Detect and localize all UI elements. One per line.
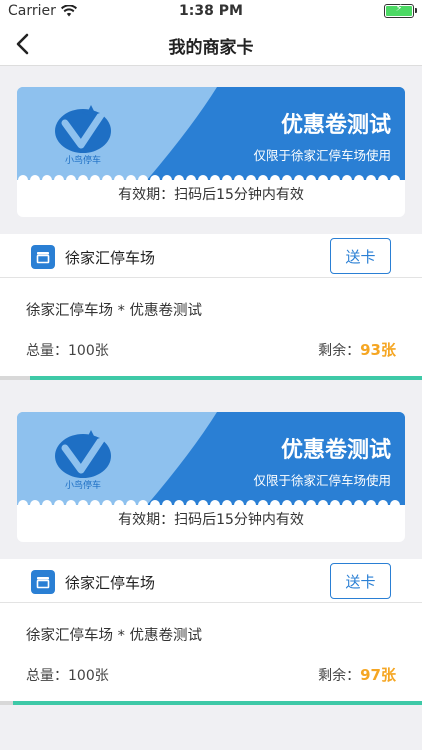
coupon-validity: 有效期：扫码后15分钟内有效 [17, 180, 405, 217]
logo-text: 小鸟停车 [64, 481, 101, 491]
remaining-value: 93张 [360, 341, 396, 359]
remaining-progress-fill [29, 376, 422, 380]
store-name: 徐家汇停车场 [65, 249, 156, 267]
store-name: 徐家汇停车场 [65, 574, 156, 592]
nav-bar: 我的商家卡 [0, 22, 422, 66]
store-icon [31, 245, 55, 269]
merchant-card-2: 小鸟停车 优惠卷测试 仅限于徐家汇停车场使用 有效期：扫码后15分钟内有效 徐家… [0, 391, 422, 705]
coupon-name: 优惠卷测试 [280, 438, 391, 463]
battery-icon: ⚡ [384, 3, 417, 18]
detail-title: 徐家汇停车场 * 优惠卷测试 [26, 303, 202, 319]
card-detail: 徐家汇停车场 * 优惠卷测试 总量：100张 剩余：97张 [0, 603, 422, 701]
coupon-scope: 仅限于徐家汇停车场使用 [253, 473, 391, 488]
status-time: 1:38 PM [179, 3, 243, 19]
coupon[interactable]: 小鸟停车 优惠卷测试 仅限于徐家汇停车场使用 有效期：扫码后15分钟内有效 [17, 87, 405, 217]
total-count: 总量：100张 [26, 343, 109, 359]
detail-title: 徐家汇停车场 * 优惠卷测试 [26, 628, 202, 644]
send-card-button[interactable]: 送卡 [330, 563, 391, 599]
store-row: 徐家汇停车场 送卡 [0, 234, 422, 278]
remaining-progress [0, 701, 422, 705]
coupon-scope: 仅限于徐家汇停车场使用 [253, 148, 391, 163]
card-detail: 徐家汇停车场 * 优惠卷测试 总量：100张 剩余：93张 [0, 278, 422, 376]
remaining-value: 97张 [360, 666, 396, 684]
store-row: 徐家汇停车场 送卡 [0, 559, 422, 603]
merchant-card-1: 小鸟停车 优惠卷测试 仅限于徐家汇停车场使用 有效期：扫码后15分钟内有效 徐家… [0, 66, 422, 380]
page-title: 我的商家卡 [168, 38, 254, 58]
coupon-name: 优惠卷测试 [280, 113, 391, 138]
remaining-count: 剩余：97张 [318, 666, 396, 684]
coupon[interactable]: 小鸟停车 优惠卷测试 仅限于徐家汇停车场使用 有效期：扫码后15分钟内有效 [17, 412, 405, 542]
coupon-validity: 有效期：扫码后15分钟内有效 [17, 505, 405, 542]
remaining-count: 剩余：93张 [318, 341, 396, 359]
status-bar: Carrier 1:38 PM ⚡ [0, 0, 422, 22]
send-card-button[interactable]: 送卡 [330, 238, 391, 274]
total-count: 总量：100张 [26, 668, 109, 684]
logo-text: 小鸟停车 [64, 156, 101, 166]
store-icon [31, 570, 55, 594]
remaining-progress [0, 376, 422, 380]
remaining-progress-fill [12, 701, 422, 705]
